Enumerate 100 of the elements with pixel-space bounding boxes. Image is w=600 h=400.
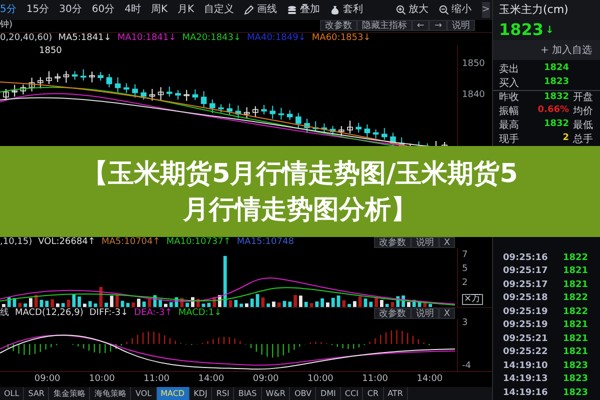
- axis-label: 5: [462, 264, 469, 274]
- indicator-tab[interactable]: RSI: [212, 387, 234, 400]
- candlestick: [261, 104, 267, 115]
- period-tab[interactable]: 4时: [124, 2, 141, 18]
- last-price: 1823: [499, 19, 544, 41]
- indicator-tab[interactable]: 集金策略: [49, 387, 90, 400]
- collapse-button[interactable]: >: [482, 2, 490, 18]
- panel-button[interactable]: X: [438, 308, 455, 320]
- candlestick: [364, 124, 370, 138]
- panel-button[interactable]: 说明: [447, 20, 475, 32]
- volume-value: VOL:26684↑: [38, 236, 96, 249]
- trend-arrow: ↓: [546, 24, 554, 38]
- tick-price: 1821: [563, 278, 588, 292]
- tick-price: 1822: [563, 306, 588, 318]
- period-tab[interactable]: 15分: [26, 2, 50, 18]
- indicator-tab[interactable]: DMI: [316, 387, 341, 400]
- panel-button[interactable]: ←: [412, 20, 430, 32]
- tick-time: 09:25:17: [503, 278, 549, 292]
- stat-label: 现手: [499, 132, 520, 146]
- toolbar-button[interactable]: 叠加: [287, 2, 320, 18]
- candlestick: [382, 127, 388, 140]
- indicator-tab[interactable]: KDJ: [190, 387, 212, 400]
- axis-label: 7: [462, 250, 469, 260]
- stat-label: 振幅: [499, 104, 520, 118]
- panel-button[interactable]: 改参数: [374, 308, 411, 320]
- period-tab[interactable]: 30分: [59, 2, 82, 18]
- indicator-tab[interactable]: SAR: [24, 387, 50, 400]
- candlestick: [158, 86, 164, 101]
- candlestick: [54, 72, 60, 82]
- time-label: 10:00: [88, 372, 115, 386]
- time-label: 11:00: [362, 372, 388, 386]
- panel-button[interactable]: 改参数: [320, 20, 357, 32]
- candlestick: [218, 103, 224, 113]
- zoom-out-icon: [438, 4, 449, 15]
- headline-text: 【玉米期货5月行情走势图/玉米期货5月行情走势图分析】: [81, 158, 519, 226]
- panel-button[interactable]: 改参数: [374, 236, 411, 248]
- period-tab[interactable]: 月K: [178, 2, 194, 18]
- candlestick: [63, 70, 70, 84]
- indicator-params: ,10,15): [0, 236, 32, 249]
- tick-time: 09:25:19: [503, 306, 549, 318]
- candlestick: [321, 122, 328, 134]
- indicator-name: 线: [0, 307, 9, 320]
- candlestick: [296, 112, 302, 129]
- stat-value: 1832: [542, 118, 569, 132]
- indicator-tab[interactable]: W&R: [262, 387, 290, 400]
- stat-label: 开盘: [573, 91, 593, 105]
- axis-label: 1840: [462, 90, 486, 100]
- indicator-tab[interactable]: CR: [363, 387, 384, 400]
- toolbar-button[interactable]: 画线: [244, 2, 278, 18]
- candlestick: [12, 84, 18, 97]
- indicator-tab[interactable]: MACD: [156, 387, 190, 400]
- ma-value: MA20:1843↓: [182, 32, 242, 46]
- period-tab[interactable]: 60分: [92, 2, 115, 18]
- panel-button[interactable]: →: [429, 20, 447, 32]
- chart-subtitle: 钟): [0, 19, 13, 32]
- tick-time: 09:25:21: [503, 332, 549, 346]
- toolbar-button[interactable]: 缩小: [438, 2, 472, 18]
- time-label: 14:00: [416, 372, 443, 386]
- macd-value: DIFF:-3↓: [89, 307, 128, 320]
- stat-label: 总手: [573, 132, 593, 146]
- tick-time: 09:25:17: [503, 265, 549, 278]
- toolbar-button[interactable]: 放大: [396, 2, 429, 18]
- candlestick: [20, 84, 26, 95]
- period-tab[interactable]: 5分: [0, 2, 16, 18]
- indicator-tab[interactable]: ATR: [384, 387, 408, 400]
- stat-value: 0.66%: [536, 104, 569, 118]
- period-tab[interactable]: 周K: [150, 2, 168, 18]
- macd-value: MACD:1↓: [178, 307, 222, 320]
- candlestick: [338, 125, 344, 136]
- toolbar-button[interactable]: 套利: [330, 2, 364, 18]
- indicator-tab[interactable]: OBV: [290, 387, 316, 400]
- tick-price: 1821: [563, 332, 588, 346]
- indicator-tab[interactable]: CCI: [340, 387, 364, 400]
- candlestick: [140, 88, 146, 100]
- candlestick: [124, 82, 130, 94]
- indicator-tab[interactable]: BIAS: [234, 387, 262, 400]
- ma-value: MA5:1841↓: [58, 32, 112, 46]
- indicator-tab[interactable]: 海龟策略: [90, 387, 132, 400]
- macd-value: MACD(12,26,9): [15, 307, 84, 320]
- period-tab[interactable]: 自定义: [204, 2, 234, 18]
- tick-price: 1821: [563, 265, 588, 278]
- candlestick: [166, 86, 172, 97]
- indicator-tab[interactable]: OLL: [0, 387, 24, 400]
- candlestick: [330, 125, 336, 136]
- candlestick: [184, 89, 190, 102]
- candlestick: [46, 70, 52, 84]
- stat-label: 卖出: [499, 62, 520, 76]
- tick-time: 14:19:10: [503, 360, 549, 372]
- panel-button[interactable]: 隐藏主指标: [356, 20, 412, 32]
- candlestick: [356, 122, 362, 133]
- candlestick: [38, 76, 44, 89]
- candlestick: [28, 76, 35, 92]
- candlestick: [200, 90, 207, 108]
- time-label: 09:00: [252, 372, 279, 386]
- candlestick: [80, 68, 86, 81]
- panel-button[interactable]: 说明: [410, 308, 439, 320]
- indicator-params: 0,20,40,60): [0, 32, 52, 46]
- tick-time: 09:25:22: [503, 346, 549, 359]
- tick-time: 14:19:16: [503, 386, 549, 400]
- candlestick: [192, 88, 198, 100]
